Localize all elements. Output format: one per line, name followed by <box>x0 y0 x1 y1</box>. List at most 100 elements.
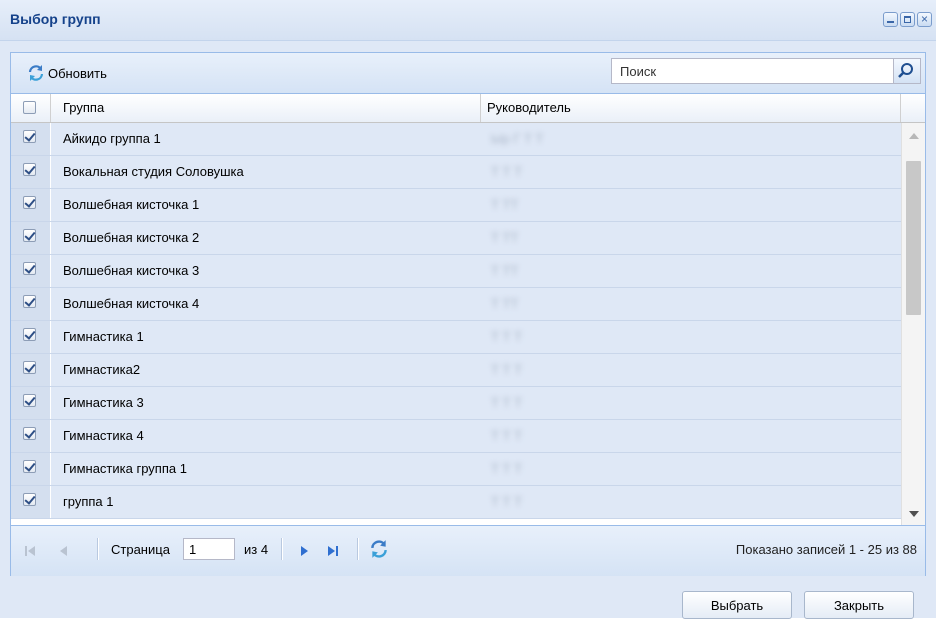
minimize-icon[interactable] <box>883 12 898 27</box>
table-row[interactable]: Гимнастика 1 Т Т Т <box>11 321 901 354</box>
last-page-icon[interactable] <box>326 544 340 561</box>
row-check-cell <box>11 288 51 320</box>
records-status: Показано записей 1 - 25 из 88 <box>735 542 917 557</box>
column-header-leader[interactable]: Руководитель <box>481 94 901 122</box>
row-checkbox[interactable] <box>23 361 36 374</box>
search-icon <box>898 63 913 78</box>
page-total: из 4 <box>244 542 269 557</box>
group-name-cell: Гимнастика 1 <box>63 329 144 344</box>
select-button[interactable]: Выбрать <box>682 591 792 619</box>
row-check-cell <box>11 453 51 485</box>
group-name-cell: Гимнастика 3 <box>63 395 144 410</box>
leader-cell: Т ТТ <box>481 189 901 221</box>
table-row[interactable]: Гимнастика2 Т Т Т <box>11 354 901 387</box>
first-page-icon[interactable] <box>23 544 37 561</box>
window-controls: × <box>883 12 932 27</box>
scroll-down-icon[interactable] <box>909 511 919 517</box>
select-all-checkbox[interactable] <box>23 101 36 114</box>
scroll-up-icon[interactable] <box>909 133 919 139</box>
leader-name-blurred: Т Т Т <box>491 395 523 410</box>
table-row[interactable]: Волшебная кисточка 1 Т ТТ <box>11 189 901 222</box>
table-row[interactable]: Айкидо группа 1 Ыр Г Т Т <box>11 123 901 156</box>
page-label: Страница <box>111 542 170 557</box>
row-checkbox[interactable] <box>23 460 36 473</box>
group-name-cell: Волшебная кисточка 3 <box>63 263 200 278</box>
close-icon[interactable]: × <box>917 12 932 27</box>
search-input[interactable] <box>612 59 892 83</box>
group-name-cell: Вокальная студия Соловушка <box>63 164 244 179</box>
refresh-label: Обновить <box>48 65 107 81</box>
row-check-cell <box>11 189 51 221</box>
scroll-thumb[interactable] <box>906 161 921 315</box>
row-check-cell <box>11 387 51 419</box>
table-row[interactable]: Гимнастика 4 Т Т Т <box>11 420 901 453</box>
window-title: Выбор групп <box>10 11 101 27</box>
leader-name-blurred: Т ТТ <box>491 230 519 245</box>
row-checkbox[interactable] <box>23 262 36 275</box>
close-button[interactable]: Закрыть <box>804 591 914 619</box>
row-checkbox[interactable] <box>23 427 36 440</box>
dialog-window: Выбор групп × Обновить Поиск Группа Руко… <box>0 0 936 619</box>
row-check-cell <box>11 156 51 188</box>
row-checkbox[interactable] <box>23 295 36 308</box>
search-box <box>611 58 921 84</box>
row-checkbox[interactable] <box>23 163 36 176</box>
paging-separator <box>281 538 283 560</box>
header-spacer <box>901 94 925 122</box>
row-checkbox[interactable] <box>23 394 36 407</box>
leader-name-blurred: Ыр Г Т Т <box>491 131 544 146</box>
vertical-scrollbar[interactable] <box>901 123 925 525</box>
leader-name-blurred: Т Т Т <box>491 164 523 179</box>
table-row[interactable]: Волшебная кисточка 2 Т ТТ <box>11 222 901 255</box>
table-row[interactable]: Волшебная кисточка 3 Т ТТ <box>11 255 901 288</box>
paging-separator <box>357 538 359 560</box>
row-check-cell <box>11 354 51 386</box>
leader-cell: Т ТТ <box>481 288 901 320</box>
row-check-cell <box>11 222 51 254</box>
row-checkbox[interactable] <box>23 196 36 209</box>
leader-name-blurred: Т ТТ <box>491 296 519 311</box>
search-button[interactable] <box>893 59 920 83</box>
leader-name-blurred: Т ТТ <box>491 263 519 278</box>
leader-name-blurred: Т Т Т <box>491 362 523 377</box>
prev-page-icon[interactable] <box>57 544 71 561</box>
row-checkbox[interactable] <box>23 229 36 242</box>
row-check-cell <box>11 123 51 155</box>
leader-name-blurred: Т Т Т <box>491 428 523 443</box>
group-name-cell: Гимнастика2 <box>63 362 141 377</box>
group-name-cell: группа 1 <box>63 494 114 509</box>
group-name-cell: Волшебная кисточка 4 <box>63 296 200 311</box>
row-checkbox[interactable] <box>23 493 36 506</box>
paging-toolbar: Страница из 4 Показано записей 1 - 25 из… <box>11 525 925 576</box>
leader-cell: Т ТТ <box>481 255 901 287</box>
row-check-cell <box>11 486 51 518</box>
page-number-input[interactable] <box>183 538 235 560</box>
grid-header: Группа Руководитель <box>11 94 925 123</box>
row-check-cell <box>11 321 51 353</box>
row-checkbox[interactable] <box>23 130 36 143</box>
refresh-button[interactable]: Обновить <box>27 64 107 82</box>
leader-cell: Ыр Г Т Т <box>481 123 901 155</box>
table-row[interactable]: Волшебная кисточка 4 Т ТТ <box>11 288 901 321</box>
leader-name-blurred: Т ТТ <box>491 197 519 212</box>
group-name-cell: Гимнастика 4 <box>63 428 144 443</box>
leader-cell: Т Т Т <box>481 321 901 353</box>
next-page-icon[interactable] <box>297 544 311 561</box>
row-checkbox[interactable] <box>23 328 36 341</box>
maximize-icon[interactable] <box>900 12 915 27</box>
group-name-cell: Волшебная кисточка 2 <box>63 230 200 245</box>
refresh-icon <box>28 65 44 81</box>
grid-body: Айкидо группа 1 Ыр Г Т Т Вокальная студия… <box>11 123 901 525</box>
leader-name-blurred: Т Т Т <box>491 329 523 344</box>
header-check-cell <box>11 94 51 122</box>
table-row[interactable]: Вокальная студия Соловушка Т Т Т <box>11 156 901 189</box>
groups-panel: Обновить Группа Руководитель Айкидо груп… <box>10 52 926 576</box>
column-header-group[interactable]: Группа <box>51 94 481 122</box>
refresh-page-icon[interactable] <box>369 539 389 562</box>
title-bar[interactable]: Выбор групп × <box>0 0 936 41</box>
table-row[interactable]: Гимнастика группа 1 Т Т Т <box>11 453 901 486</box>
leader-cell: Т Т Т <box>481 486 901 518</box>
table-row[interactable]: Гимнастика 3 Т Т Т <box>11 387 901 420</box>
table-row[interactable]: группа 1 Т Т Т <box>11 486 901 519</box>
paging-separator <box>97 538 99 560</box>
